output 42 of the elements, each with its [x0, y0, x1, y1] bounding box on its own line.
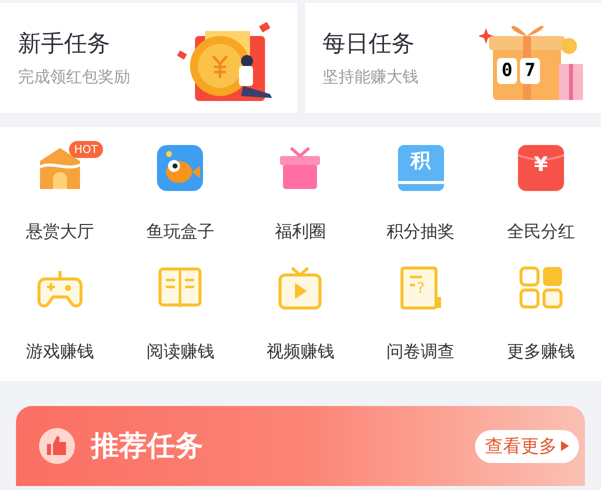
grid-item[interactable]: 游戏赚钱	[0, 261, 120, 379]
grid-item[interactable]: 鱼玩盒子	[120, 141, 240, 259]
tv-icon	[277, 265, 324, 311]
item-label: 游戏赚钱	[26, 341, 94, 364]
item-label: 全民分红	[506, 221, 575, 244]
grid-item[interactable]: 更多赚钱	[480, 261, 601, 379]
grid-item[interactable]: HOT 悬赏大厅	[0, 141, 120, 259]
item-label: 福利圈	[274, 221, 326, 244]
flip-digit: 0	[497, 58, 517, 84]
item-label: 鱼玩盒子	[146, 221, 214, 244]
points-icon	[398, 145, 444, 191]
task-card[interactable]: 新手任务 完成领红包奖励	[0, 3, 296, 113]
grid-item[interactable]: ? 问卷调查	[360, 261, 481, 379]
item-label: 阅读赚钱	[146, 341, 214, 364]
fish-icon	[157, 145, 204, 191]
card-subtitle: 完成领红包奖励	[18, 66, 130, 88]
card-title: 每日任务	[322, 30, 416, 59]
section-title: 推荐任务	[91, 428, 203, 464]
view-more-button[interactable]: 查看更多	[475, 430, 579, 462]
grid-item[interactable]: 积 积分抽奖	[360, 141, 481, 259]
caret-icon	[561, 441, 569, 451]
envelope-icon	[518, 145, 564, 191]
item-label: 更多赚钱	[506, 341, 575, 364]
icon-glyph: ¥	[532, 154, 549, 174]
card-subtitle: 坚持能赚大钱	[322, 66, 418, 88]
item-label: 视频赚钱	[266, 341, 334, 364]
grid-item[interactable]: 福利圈	[240, 141, 361, 259]
hot-badge: HOT	[69, 141, 103, 158]
survey-icon	[398, 265, 444, 311]
thumbs-up-icon	[39, 428, 75, 464]
grid-item[interactable]: ¥ 全民分红	[480, 141, 601, 259]
grid-item[interactable]: 视频赚钱	[240, 261, 361, 379]
grid-item[interactable]: 阅读赚钱	[120, 261, 240, 379]
card-title: 新手任务	[18, 30, 111, 59]
item-label: 积分抽奖	[386, 221, 455, 244]
flip-digit: 7	[520, 58, 540, 84]
item-label: 问卷调查	[386, 341, 455, 364]
icon-glyph: ?	[416, 281, 425, 296]
icon-glyph: 积	[409, 150, 432, 170]
grid-icon	[518, 265, 564, 311]
item-label: 悬赏大厅	[26, 221, 94, 244]
task-card[interactable]: 每日任务 坚持能赚大钱 0 7	[304, 3, 601, 113]
